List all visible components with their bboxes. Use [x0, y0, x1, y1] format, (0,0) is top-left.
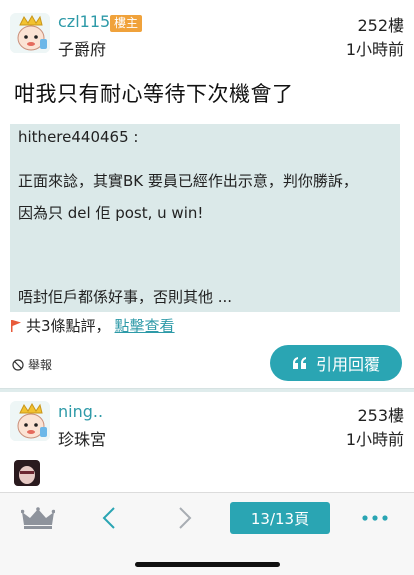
op-badge: 樓主 [110, 15, 143, 32]
quote-icon [292, 357, 306, 369]
embedded-image-thumbnail[interactable] [14, 460, 40, 486]
post-253: ning.. 珍珠宮 253樓 1小時前 [0, 392, 414, 492]
avatar-icon [10, 13, 50, 53]
quote-line: 因為只 del 佢 post, u win! [18, 204, 204, 222]
flag-icon [11, 319, 21, 332]
home-indicator [135, 562, 280, 567]
report-label: 舉報 [28, 358, 53, 372]
post-252: czl115 樓主 子爵府 252樓 1小時前 咁我只有耐心等待下次機會了 hi… [0, 0, 414, 389]
avatar[interactable] [10, 401, 50, 441]
floor-number: 252樓 [357, 16, 404, 35]
more-icon [362, 515, 388, 521]
post-time: 1小時前 [345, 430, 404, 449]
username[interactable]: czl115 [58, 12, 110, 31]
image-icon [14, 460, 40, 486]
chevron-left-icon [102, 507, 115, 529]
username[interactable]: ning.. [58, 402, 103, 421]
quote-reply-button[interactable]: 引用回覆 [270, 345, 402, 381]
page-selector-button[interactable]: 13/13頁 [230, 502, 330, 534]
post-headline: 咁我只有耐心等待下次機會了 [14, 82, 294, 106]
comments-summary: 共3條點評， 點擊查看 [10, 315, 175, 336]
avatar[interactable] [10, 13, 50, 53]
post-time: 1小時前 [345, 40, 404, 59]
more-button[interactable] [358, 503, 392, 533]
report-button[interactable]: 舉報 [12, 356, 52, 373]
quote-author: hithere440465 : [18, 128, 139, 146]
comments-count: 共3條點評， [26, 317, 111, 335]
user-rank: 珍珠宮 [58, 430, 107, 449]
avatar-icon [10, 401, 50, 441]
quote-block: hithere440465 : 正面來諗，其實BK 要員已經作出示意，判你勝訴，… [10, 124, 400, 312]
bottom-toolbar: 13/13頁 [0, 492, 414, 575]
floor-number: 253樓 [357, 406, 404, 425]
quote-line: 正面來諗，其實BK 要員已經作出示意，判你勝訴， [18, 172, 358, 190]
next-page-button[interactable] [170, 503, 200, 533]
user-rank: 子爵府 [58, 40, 107, 59]
prev-page-button[interactable] [94, 503, 124, 533]
quote-line: 唔封佢戶都係好事，否則其他 ... [18, 288, 233, 306]
crown-icon [21, 507, 55, 529]
chevron-right-icon [179, 507, 192, 529]
quote-reply-label: 引用回覆 [315, 357, 380, 374]
crown-button[interactable] [18, 503, 58, 533]
block-icon [12, 358, 24, 371]
view-comments-link[interactable]: 點擊查看 [115, 315, 175, 336]
